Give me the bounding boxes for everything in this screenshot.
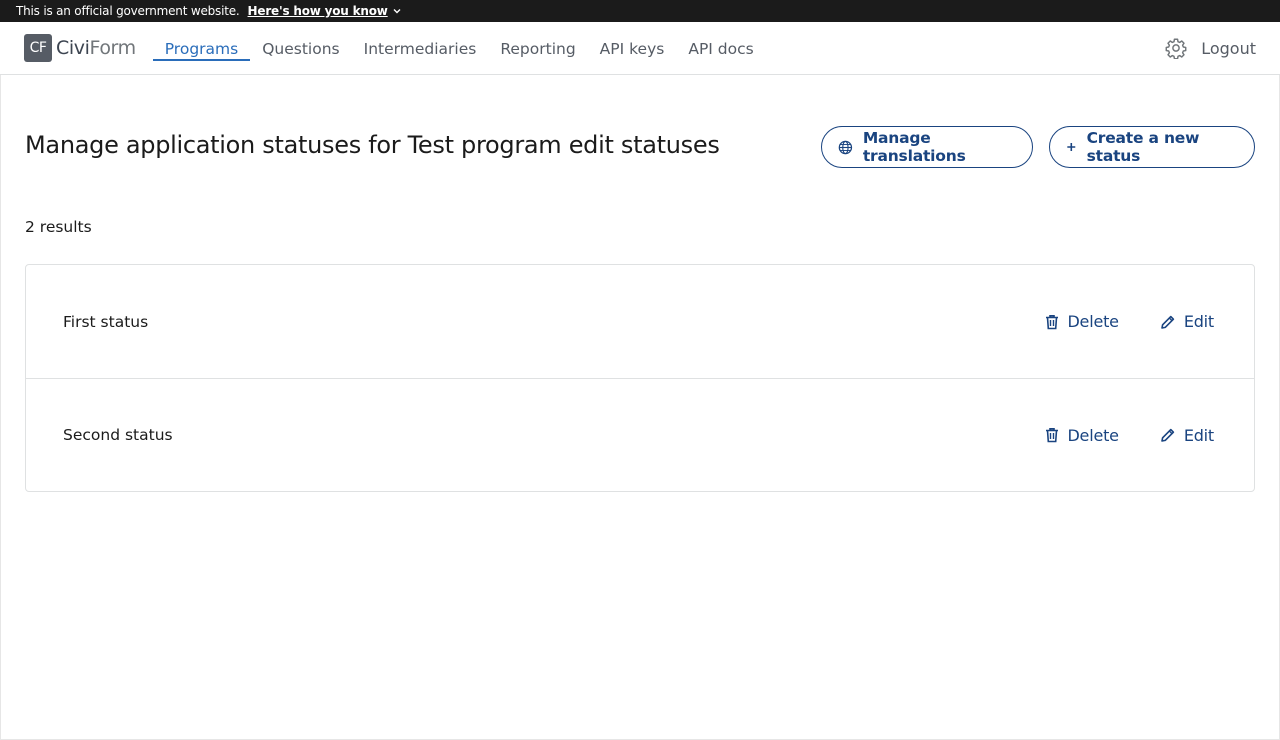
pencil-icon — [1161, 315, 1175, 329]
manage-translations-button[interactable]: Manage translations — [821, 126, 1033, 168]
delete-label: Delete — [1067, 425, 1119, 445]
nav-programs[interactable]: Programs — [152, 23, 251, 75]
nav-api-docs[interactable]: API docs — [676, 23, 765, 75]
civiform-logo[interactable]: CF CiviForm — [24, 34, 136, 62]
how-you-know-link[interactable]: Here's how you know — [248, 4, 402, 18]
nav-reporting[interactable]: Reporting — [488, 23, 587, 75]
status-actions: Delete Edit — [1045, 426, 1214, 445]
main-content: Manage application statuses for Test pro… — [0, 75, 1280, 740]
create-status-label: Create a new status — [1086, 129, 1200, 165]
gov-banner: This is an official government website. … — [0, 0, 1280, 22]
trash-icon — [1046, 428, 1059, 443]
edit-button[interactable]: Edit — [1160, 312, 1214, 331]
status-name: Second status — [63, 426, 173, 444]
manage-translations-label: Manage translations — [862, 129, 966, 165]
edit-label: Edit — [1183, 425, 1214, 445]
logo-text-form: Form — [89, 37, 136, 59]
globe-icon — [838, 140, 853, 154]
edit-button[interactable]: Edit — [1160, 426, 1214, 445]
edit-label: Edit — [1183, 312, 1214, 331]
gov-banner-text: This is an official government website. — [16, 4, 240, 18]
trash-icon — [1046, 314, 1059, 329]
status-list: First status Delete Edit Second status D… — [25, 264, 1255, 492]
nav-api-keys[interactable]: API keys — [588, 23, 677, 75]
status-row: First status Delete Edit — [26, 265, 1254, 378]
gear-icon[interactable] — [1165, 37, 1187, 59]
logout-link[interactable]: Logout — [1201, 39, 1256, 58]
plus-icon — [1067, 143, 1076, 151]
nav-questions[interactable]: Questions — [250, 23, 351, 75]
nav-intermediaries[interactable]: Intermediaries — [352, 23, 489, 75]
header: CF CiviForm Programs Questions Intermedi… — [0, 22, 1280, 75]
logo-text: CiviForm — [56, 37, 136, 59]
logo-text-civi: Civi — [56, 37, 90, 59]
how-you-know-label: Here's how you know — [247, 4, 388, 18]
logo-mark: CF — [24, 34, 52, 62]
delete-label: Delete — [1067, 312, 1119, 331]
chevron-down-icon — [393, 9, 401, 14]
page-title: Manage application statuses for Test pro… — [25, 131, 720, 159]
create-status-button[interactable]: Create a new status — [1049, 126, 1255, 168]
main-nav: Programs Questions Intermediaries Report… — [152, 22, 766, 75]
header-right: Logout — [1165, 22, 1256, 74]
status-row: Second status Delete Edit — [26, 378, 1254, 491]
status-actions: Delete Edit — [1045, 312, 1214, 331]
delete-button[interactable]: Delete — [1045, 312, 1119, 331]
delete-button[interactable]: Delete — [1045, 425, 1119, 445]
results-count: 2 results — [25, 218, 92, 236]
pencil-icon — [1161, 428, 1175, 442]
status-name: First status — [63, 312, 149, 331]
